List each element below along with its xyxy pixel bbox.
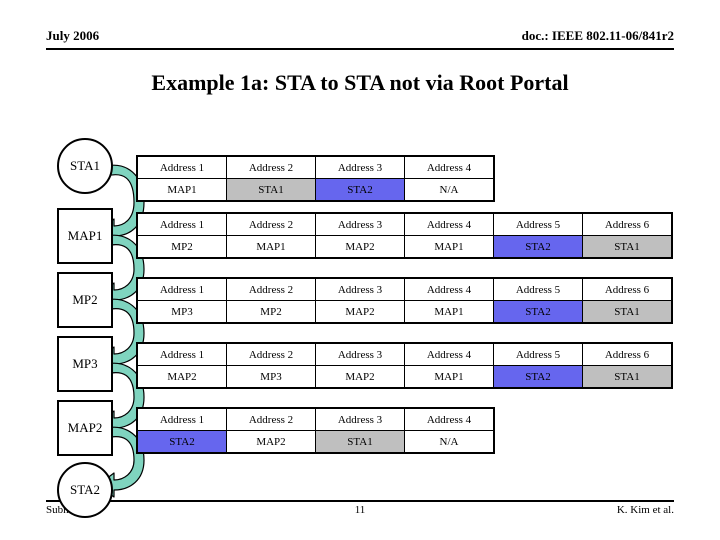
diagram-node-sta1: STA1	[57, 138, 113, 194]
diagram-node-label: MP3	[72, 356, 98, 371]
address-value-cell: STA1	[582, 300, 673, 324]
table-header-row: Address 1 Address 2 Address 3 Address 4 Addr…	[136, 277, 673, 301]
address-value-cell: MAP1	[404, 365, 494, 389]
diagram-node-label: MAP2	[67, 420, 103, 435]
table-value-row: MAP2 MP3 MAP2 MAP1 STA2 STA1	[136, 365, 673, 389]
address-header-cell: Address 5	[493, 212, 583, 236]
address-header-cell: Address 2	[226, 212, 316, 236]
address-value-cell: MAP2	[315, 300, 405, 324]
address-header-cell: Address 5	[493, 342, 583, 366]
address-header-cell: Address 5	[493, 277, 583, 301]
address-header-cell: Address 4	[404, 155, 495, 179]
node-chain-diagram: STA1 MAP1 MP2 MP3 MAP2 STA2	[50, 132, 145, 518]
diagram-node-mp3: MP3	[57, 336, 113, 392]
address-table-5: Address 1 Address 2 Address 3 Address 4 STA2…	[136, 407, 495, 454]
table-header-row: Address 1 Address 2 Address 3 Address 4	[136, 407, 495, 431]
address-header-cell: Address 3	[315, 212, 405, 236]
header-doc-ref: doc.: IEEE 802.11-06/841r2	[521, 28, 674, 43]
address-header-cell: Address 2	[226, 277, 316, 301]
page-title: Example 1a: STA to STA not via Root Port…	[151, 70, 569, 95]
address-value-cell: STA2	[315, 178, 405, 202]
address-header-cell: Address 6	[582, 212, 673, 236]
address-value-cell: STA2	[493, 300, 583, 324]
address-value-cell: STA1	[582, 235, 673, 259]
table-value-row: MAP1 STA1 STA2 N/A	[136, 178, 495, 202]
address-header-cell: Address 3	[315, 342, 405, 366]
address-value-cell: STA1	[582, 365, 673, 389]
address-value-cell: MAP2	[315, 365, 405, 389]
address-value-cell: STA2	[493, 365, 583, 389]
diagram-node-sta2: STA2	[57, 462, 113, 518]
address-header-cell: Address 1	[136, 212, 227, 236]
address-header-cell: Address 2	[226, 342, 316, 366]
address-value-cell: STA2	[136, 430, 227, 454]
address-value-cell: STA1	[226, 178, 316, 202]
header-rule	[46, 48, 674, 50]
footer-author: K. Kim et al.	[616, 504, 674, 516]
address-header-cell: Address 1	[136, 407, 227, 431]
address-value-cell: STA1	[315, 430, 405, 454]
diagram-node-label: MP2	[72, 292, 98, 307]
address-header-cell: Address 2	[226, 155, 316, 179]
address-table-4: Address 1 Address 2 Address 3 Address 4 Addr…	[136, 342, 673, 389]
address-value-cell: MAP2	[226, 430, 316, 454]
table-header-row: Address 1 Address 2 Address 3 Address 4 Addr…	[136, 342, 673, 366]
address-header-cell: Address 4	[404, 407, 495, 431]
address-value-cell: STA2	[493, 235, 583, 259]
address-value-cell: MAP2	[315, 235, 405, 259]
address-value-cell: MAP1	[136, 178, 227, 202]
address-header-cell: Address 6	[582, 277, 673, 301]
diagram-node-label: STA1	[69, 158, 101, 173]
diagram-node-map2: MAP2	[57, 400, 113, 456]
table-header-row: Address 1 Address 2 Address 3 Address 4	[136, 155, 495, 179]
address-table-3: Address 1 Address 2 Address 3 Address 4 Addr…	[136, 277, 673, 324]
address-header-cell: Address 6	[582, 342, 673, 366]
address-value-cell: N/A	[404, 430, 495, 454]
slide-header: July 2006 doc.: IEEE 802.11-06/841r2	[46, 28, 674, 50]
address-value-cell: MAP1	[404, 300, 494, 324]
address-header-cell: Address 1	[136, 155, 227, 179]
address-table-2: Address 1 Address 2 Address 3 Address 4 Addr…	[136, 212, 673, 259]
table-value-row: STA2 MAP2 STA1 N/A	[136, 430, 495, 454]
address-header-cell: Address 1	[136, 277, 227, 301]
table-value-row: MP2 MAP1 MAP2 MAP1 STA2 STA1	[136, 235, 673, 259]
diagram-node-map1: MAP1	[57, 208, 113, 264]
address-header-cell: Address 3	[315, 407, 405, 431]
address-value-cell: MP3	[136, 300, 227, 324]
address-header-cell: Address 4	[404, 277, 494, 301]
diagram-node-label: STA2	[69, 482, 101, 497]
address-value-cell: N/A	[404, 178, 495, 202]
address-header-cell: Address 4	[404, 342, 494, 366]
address-value-cell: MAP2	[136, 365, 227, 389]
header-date: July 2006	[46, 28, 100, 43]
address-header-cell: Address 3	[315, 277, 405, 301]
address-value-cell: MP2	[136, 235, 227, 259]
table-value-row: MP3 MP2 MAP2 MAP1 STA2 STA1	[136, 300, 673, 324]
table-header-row: Address 1 Address 2 Address 3 Address 4 Addr…	[136, 212, 673, 236]
address-value-cell: MAP1	[404, 235, 494, 259]
address-header-cell: Address 2	[226, 407, 316, 431]
address-value-cell: MAP1	[226, 235, 316, 259]
address-table-1: Address 1 Address 2 Address 3 Address 4 MAP1…	[136, 155, 495, 202]
address-value-cell: MP2	[226, 300, 316, 324]
diagram-node-mp2: MP2	[57, 272, 113, 328]
address-value-cell: MP3	[226, 365, 316, 389]
address-header-cell: Address 1	[136, 342, 227, 366]
diagram-node-label: MAP1	[67, 228, 103, 243]
address-header-cell: Address 3	[315, 155, 405, 179]
address-header-cell: Address 4	[404, 212, 494, 236]
